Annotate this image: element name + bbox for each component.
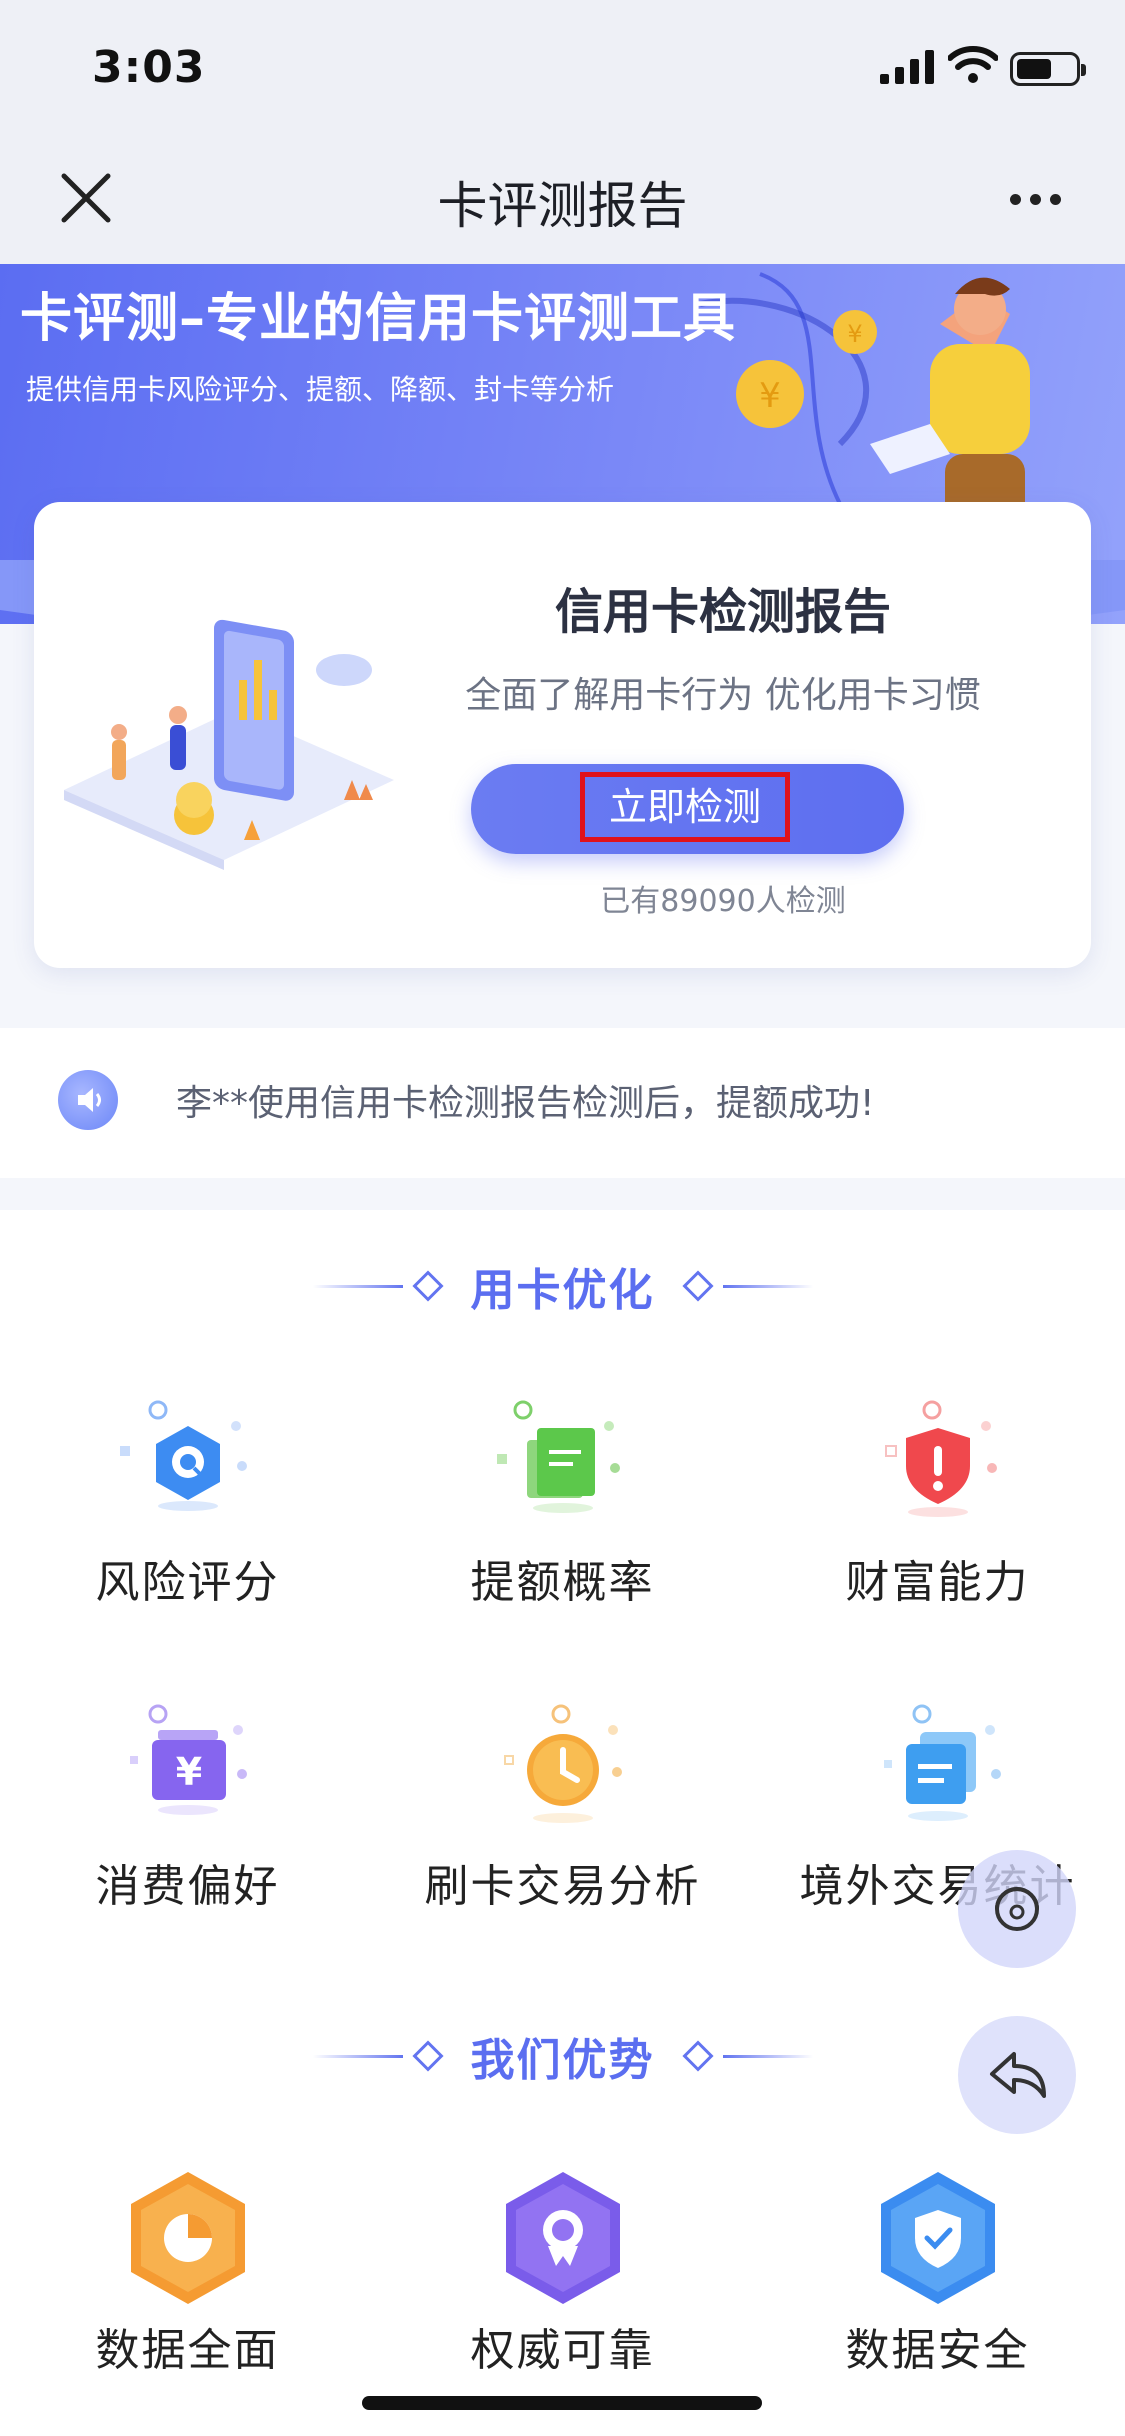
svg-text:¥: ¥ (759, 376, 781, 416)
shield-check-icon (873, 2168, 1003, 2308)
section-header-optimize: 用卡优化 (0, 1254, 1125, 1318)
notice-bar: 李**使用信用卡检测报告检测后，提额成功! (0, 1028, 1125, 1178)
award-icon (498, 2168, 628, 2308)
transaction-clock-icon (483, 1700, 643, 1840)
section-title-advantage: 我们优势 (470, 2035, 655, 2086)
feature-wealth[interactable]: 财富能力 (750, 1396, 1125, 1610)
svg-text:¥: ¥ (847, 320, 862, 348)
battery-icon (1010, 52, 1086, 86)
overseas-stats-icon (858, 1700, 1018, 1840)
detect-count: 已有89090人检测 (600, 884, 846, 919)
feature-label: 风险评分 (95, 1557, 280, 1608)
banner-title: 卡评测–专业的信用卡评测工具 (20, 289, 737, 349)
feature-transaction-analysis[interactable]: 刷卡交易分析 (375, 1700, 750, 1914)
limit-probability-icon (483, 1396, 643, 1536)
advantage-label: 数据全面 (95, 2325, 280, 2376)
detect-now-label[interactable]: 立即检测 (580, 772, 790, 842)
advantage-authoritative: 权威可靠 (375, 2168, 750, 2378)
feature-label: 消费偏好 (95, 1861, 280, 1912)
page-title: 卡评测报告 (437, 177, 688, 235)
consumption-icon: ¥ (108, 1700, 268, 1840)
feature-label: 刷卡交易分析 (424, 1861, 701, 1912)
pie-chart-icon (123, 2168, 253, 2308)
feature-risk-score[interactable]: 风险评分 (0, 1396, 375, 1610)
svg-text:¥: ¥ (175, 1750, 201, 1794)
wealth-icon (858, 1396, 1018, 1536)
wifi-icon (948, 46, 998, 83)
feature-consumption[interactable]: ¥ 消费偏好 (0, 1700, 375, 1914)
headset-icon (995, 1887, 1039, 1931)
banner-subtitle: 提供信用卡风险评分、提额、降额、封卡等分析 (26, 373, 615, 406)
card-description: 全面了解用卡行为 优化用卡习惯 (465, 675, 981, 716)
notice-text: 李**使用信用卡检测报告检测后，提额成功! (176, 1083, 875, 1124)
customer-service-button[interactable] (958, 1850, 1076, 1968)
advantage-data-security: 数据安全 (750, 2168, 1125, 2378)
risk-score-icon (108, 1396, 268, 1536)
speaker-icon (58, 1070, 118, 1130)
feature-label: 提额概率 (470, 1557, 655, 1608)
detect-report-card: 信用卡检测报告 全面了解用卡行为 优化用卡习惯 立即检测 已有89090人检测 (34, 502, 1091, 968)
advantage-label: 数据安全 (845, 2325, 1030, 2376)
cellular-signal-icon (880, 50, 934, 84)
more-options-icon[interactable] (1010, 190, 1074, 210)
report-illustration (64, 619, 394, 870)
section-title-optimize: 用卡优化 (470, 1265, 655, 1316)
section-header-advantage: 我们优势 (0, 2024, 1125, 2088)
home-indicator (362, 2396, 762, 2410)
status-time: 3:03 (92, 42, 206, 93)
advantage-label: 权威可靠 (470, 2325, 655, 2376)
advantage-data-comprehensive: 数据全面 (0, 2168, 375, 2378)
card-title: 信用卡检测报告 (554, 584, 891, 640)
feature-label: 财富能力 (845, 1557, 1030, 1608)
feature-limit-probability[interactable]: 提额概率 (375, 1396, 750, 1610)
